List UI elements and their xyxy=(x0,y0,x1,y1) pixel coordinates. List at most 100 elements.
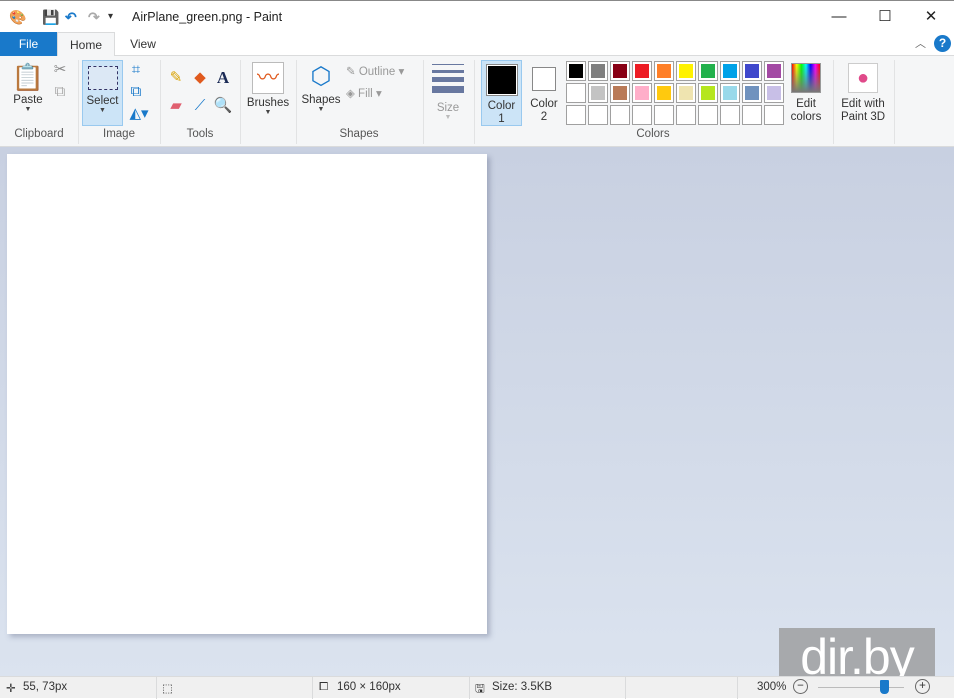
paint3d-label-2: Paint 3D xyxy=(840,111,886,123)
cut-icon[interactable]: ✂ xyxy=(50,60,70,80)
color-swatch[interactable] xyxy=(632,83,652,103)
outline-dropdown[interactable]: ✎ Outline ▾ xyxy=(346,64,404,78)
color-swatch[interactable] xyxy=(698,61,718,81)
brushes-button[interactable]: 〰 Brushes ▼ xyxy=(244,60,292,126)
color-swatch[interactable] xyxy=(654,83,674,103)
file-size: Size: 3.5KB xyxy=(492,681,553,693)
color-swatch[interactable] xyxy=(632,61,652,81)
line-width-icon xyxy=(432,64,464,93)
fill-label: Fill xyxy=(358,88,373,100)
shapes-button[interactable]: ⬡ Shapes ▼ xyxy=(299,60,343,126)
color-swatch[interactable] xyxy=(566,61,586,81)
custom-color-slot[interactable] xyxy=(566,105,586,125)
magnifier-icon[interactable]: 🔍 xyxy=(213,96,233,116)
color1-label: Color xyxy=(487,100,516,112)
chevron-down-icon: ▼ xyxy=(317,106,325,113)
custom-color-slot[interactable] xyxy=(676,105,696,125)
group-image: Image xyxy=(103,128,135,140)
chevron-down-icon: ▼ xyxy=(99,107,106,114)
color2-number: 2 xyxy=(540,111,548,123)
tab-view[interactable]: View xyxy=(115,32,171,56)
color-swatch[interactable] xyxy=(764,61,784,81)
drawing-canvas[interactable] xyxy=(7,154,487,634)
color-swatch[interactable] xyxy=(742,61,762,81)
custom-color-slot[interactable] xyxy=(720,105,740,125)
color-swatch[interactable] xyxy=(654,61,674,81)
group-shapes: Shapes xyxy=(339,128,379,140)
color-swatch[interactable] xyxy=(588,83,608,103)
color1-number: 1 xyxy=(498,113,505,125)
close-button[interactable]: ✕ xyxy=(908,1,954,33)
custom-color-slot[interactable] xyxy=(742,105,762,125)
customize-quick-access-icon[interactable]: ▾ xyxy=(108,11,113,22)
undo-icon[interactable]: ↶ xyxy=(65,9,77,26)
crop-icon[interactable]: ⌗ xyxy=(126,60,146,80)
eraser-icon[interactable]: ▰ xyxy=(166,96,186,116)
size-button[interactable]: Size ▼ xyxy=(429,60,467,126)
custom-color-slot[interactable] xyxy=(698,105,718,125)
select-rectangle-icon xyxy=(87,66,118,90)
custom-color-slot[interactable] xyxy=(610,105,630,125)
paint-app-icon[interactable]: 🎨 xyxy=(9,9,26,26)
color-swatch[interactable] xyxy=(764,83,784,103)
save-icon[interactable]: 💾 xyxy=(42,9,59,26)
paste-label: Paste xyxy=(13,94,43,106)
custom-color-slot[interactable] xyxy=(654,105,674,125)
color1-button[interactable]: Color 1 xyxy=(481,60,522,126)
rotate-icon[interactable]: ◭▾ xyxy=(126,104,152,124)
color-swatch[interactable] xyxy=(720,61,740,81)
color-swatch[interactable] xyxy=(610,61,630,81)
cursor-position: 55, 73px xyxy=(23,681,68,693)
file-size-icon: 🖫 xyxy=(475,683,485,695)
color-swatch[interactable] xyxy=(566,83,586,103)
minimize-button[interactable]: — xyxy=(816,1,862,33)
shapes-icon: ⬡ xyxy=(310,63,332,90)
status-bar: ✛ 55, 73px ⬚ ⧠ 160 × 160px 🖫 Size: 3.5KB… xyxy=(0,676,954,699)
color-spectrum-icon xyxy=(791,63,821,93)
color-swatch[interactable] xyxy=(698,83,718,103)
paint3d-icon: ● xyxy=(848,63,878,93)
custom-color-slot[interactable] xyxy=(764,105,784,125)
edit-colors-button[interactable]: Edit colors xyxy=(786,60,826,126)
group-tools: Tools xyxy=(186,128,214,140)
color2-button[interactable]: Color 2 xyxy=(524,60,564,126)
fill-bucket-icon[interactable]: ◆ xyxy=(190,68,210,88)
color-swatch[interactable] xyxy=(588,61,608,81)
zoom-slider[interactable] xyxy=(818,687,904,688)
image-dimensions: 160 × 160px xyxy=(337,681,401,693)
select-label: Select xyxy=(86,95,119,107)
zoom-slider-thumb[interactable] xyxy=(879,680,889,694)
image-dimensions-icon: ⧠ xyxy=(319,681,329,693)
resize-icon[interactable]: ⧉ xyxy=(126,82,146,102)
zoom-in-button[interactable]: + xyxy=(915,679,930,694)
color-swatch[interactable] xyxy=(610,83,630,103)
redo-icon[interactable]: ↷ xyxy=(88,9,100,26)
copy-icon[interactable]: ⧉ xyxy=(50,82,70,102)
color-swatch[interactable] xyxy=(720,83,740,103)
tab-home[interactable]: Home xyxy=(57,32,115,57)
fill-dropdown[interactable]: ◈ Fill ▾ xyxy=(346,86,382,100)
color-swatch[interactable] xyxy=(742,83,762,103)
cursor-position-icon: ✛ xyxy=(6,683,16,695)
color-swatch[interactable] xyxy=(676,61,696,81)
brush-icon: 〰 xyxy=(252,62,284,94)
fill-bucket-icon: ◈ xyxy=(346,88,359,100)
selection-size-icon: ⬚ xyxy=(162,683,173,695)
help-icon[interactable]: ? xyxy=(934,35,951,52)
text-icon[interactable]: A xyxy=(213,68,233,88)
collapse-ribbon-icon[interactable]: ︿ xyxy=(915,35,926,51)
custom-color-slot[interactable] xyxy=(588,105,608,125)
edit-with-paint3d-button[interactable]: ● Edit with Paint 3D xyxy=(836,60,890,126)
color-picker-icon[interactable]: ⟋ xyxy=(190,96,210,116)
chevron-down-icon: ▼ xyxy=(24,106,32,113)
tab-file[interactable]: File xyxy=(0,32,57,56)
size-label: Size xyxy=(436,102,460,114)
zoom-out-button[interactable]: − xyxy=(793,679,808,694)
custom-color-slot[interactable] xyxy=(632,105,652,125)
color-swatch[interactable] xyxy=(676,83,696,103)
chevron-down-icon: ▼ xyxy=(444,114,452,121)
pencil-icon[interactable]: ✎ xyxy=(166,68,186,88)
select-button[interactable]: Select ▼ xyxy=(82,60,123,126)
maximize-button[interactable]: ☐ xyxy=(862,1,908,33)
paste-button[interactable]: 📋 Paste ▼ xyxy=(8,60,48,124)
